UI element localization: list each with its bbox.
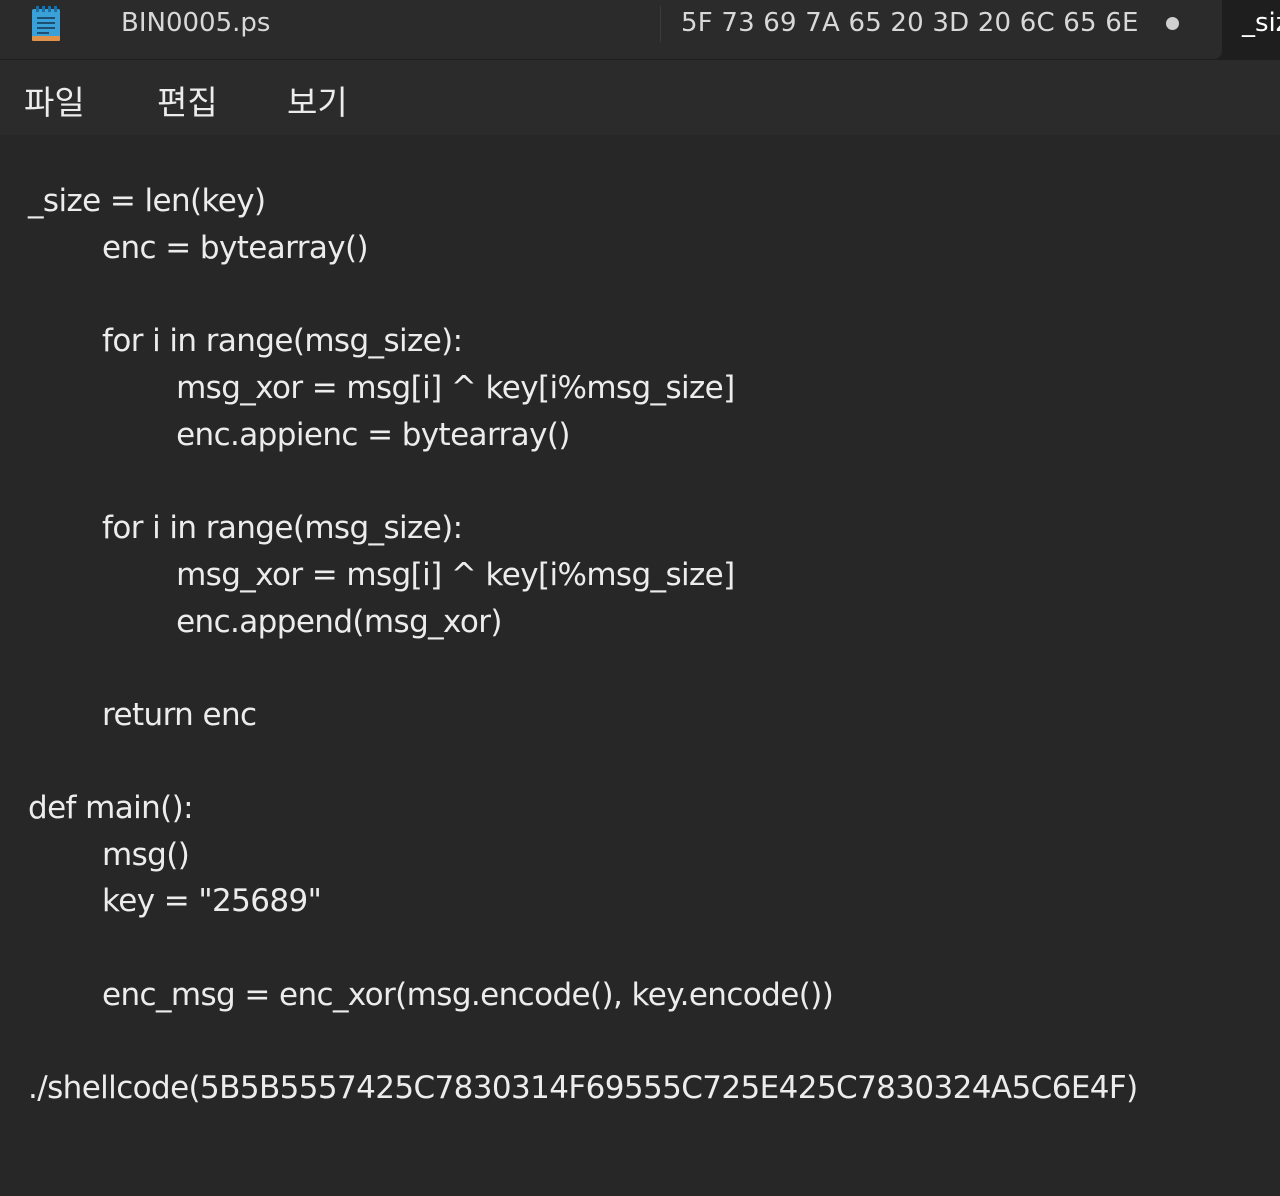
notepad-icon	[31, 6, 61, 42]
menu-file[interactable]: 파일	[24, 76, 85, 124]
tab-size[interactable]: _size	[1222, 0, 1280, 60]
tab-label-size: _size	[1242, 8, 1280, 38]
code-line: for i in range(msg_size):	[28, 323, 463, 359]
tab-divider	[660, 6, 661, 42]
tab-label-hex[interactable]: 5F 73 69 7A 65 20 3D 20 6C 65 6E	[681, 8, 1139, 38]
code-line: enc.appienc = bytearray()	[28, 417, 570, 453]
unsaved-dot-icon[interactable]	[1166, 17, 1179, 30]
code-line: msg()	[28, 837, 190, 873]
menu-edit[interactable]: 편집	[157, 76, 218, 124]
menu-bar: 파일 편집 보기	[0, 60, 1280, 135]
code-line: enc.append(msg_xor)	[28, 604, 502, 640]
text-editor[interactable]: _size = len(key) enc = bytearray() for i…	[0, 135, 1280, 1196]
code-line: return enc	[28, 697, 257, 733]
menu-view[interactable]: 보기	[287, 76, 348, 124]
code-line: enc_msg = enc_xor(msg.encode(), key.enco…	[28, 977, 834, 1013]
code-line: for i in range(msg_size):	[28, 510, 463, 546]
code-line: msg_xor = msg[i] ^ key[i%msg_size]	[28, 557, 735, 593]
title-bar: BIN0005.ps 5F 73 69 7A 65 20 3D 20 6C 65…	[0, 0, 1280, 60]
code-line: _size = len(key)	[28, 183, 266, 219]
code-line: def main():	[28, 790, 194, 826]
code-line: enc = bytearray()	[28, 230, 369, 266]
tab-label-bin0005: BIN0005.ps	[121, 8, 271, 38]
code-line: ./shellcode(5B5B5557425C7830314F69555C72…	[28, 1070, 1138, 1106]
code-line: key = "25689"	[28, 883, 322, 919]
code-line: msg_xor = msg[i] ^ key[i%msg_size]	[28, 370, 735, 406]
